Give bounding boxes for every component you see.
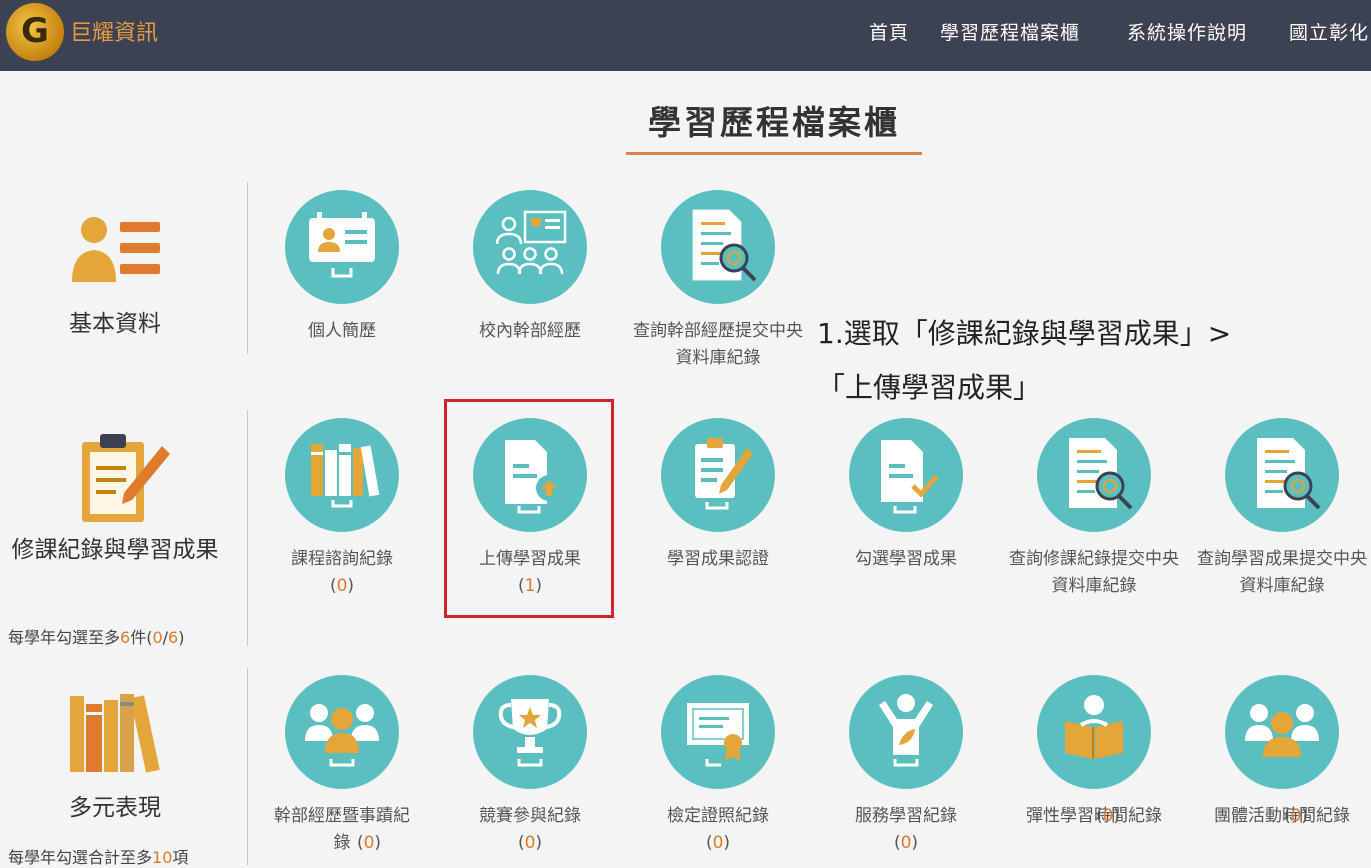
books-stack-icon	[70, 694, 160, 773]
tile-label: 個人簡歷	[308, 321, 376, 341]
trophy-icon	[498, 699, 562, 767]
tile-certify-results[interactable]: 學習成果認證	[628, 418, 808, 573]
logo-letter: G	[21, 11, 49, 51]
id-card-list-icon	[72, 217, 160, 282]
tile-group-activity[interactable]: 團體活動時間紀錄 (0)	[1192, 675, 1371, 830]
tile-label: 校內幹部經歷	[479, 321, 581, 341]
tile-resume[interactable]: 個人簡歷	[252, 190, 432, 345]
tile-circle	[285, 675, 399, 789]
tile-label: 查詢幹部經歷提交中央資料庫紀錄	[633, 321, 803, 368]
tile-circle	[1037, 675, 1151, 789]
tile-count: (0)	[517, 833, 543, 853]
group-leader-icon	[305, 704, 379, 767]
tile-query-cadre[interactable]: 查詢幹部經歷提交中央資料庫紀錄	[628, 190, 808, 372]
section-divider	[247, 410, 248, 646]
tile-label: 團體活動時間紀錄	[1214, 806, 1350, 826]
tile-circle	[849, 675, 963, 789]
tile-circle	[473, 190, 587, 304]
section-divider	[247, 182, 248, 354]
tile-select-results[interactable]: 勾選學習成果	[816, 418, 996, 573]
tile-flexible-learning[interactable]: 彈性學習時間紀錄 (0)	[1004, 675, 1184, 830]
tile-circle	[661, 675, 775, 789]
nav-portfolio[interactable]: 學習歷程檔案櫃	[940, 18, 1080, 45]
document-search-icon	[692, 209, 757, 282]
tile-label: 服務學習紀錄	[855, 806, 957, 826]
brand-logo[interactable]: G	[6, 3, 64, 61]
tile-course-consult[interactable]: 課程諮詢紀錄 (0)	[252, 418, 432, 600]
tile-certificates[interactable]: 檢定證照紀錄 (0)	[628, 675, 808, 857]
clipboard-check-icon	[695, 438, 753, 510]
section-label-coursework: 修課紀錄與學習成果	[11, 537, 219, 563]
tile-query-results[interactable]: 查詢學習成果提交中央資料庫紀錄	[1192, 418, 1371, 600]
brand-name[interactable]: 巨耀資訊	[70, 15, 158, 47]
tile-service-learning[interactable]: 服務學習紀錄 (0)	[816, 675, 996, 857]
tile-circle	[1225, 418, 1339, 532]
tile-circle	[661, 418, 775, 532]
tile-circle	[1225, 675, 1339, 789]
tile-circle	[285, 418, 399, 532]
page-title: 學習歷程檔案櫃	[648, 103, 900, 142]
tile-label: 競賽參與紀錄	[479, 806, 581, 826]
document-search-icon	[1069, 438, 1133, 510]
top-navbar: G 巨耀資訊 首頁 學習歷程檔案櫃 系統操作說明 國立彰化	[0, 0, 1371, 71]
tile-cadre-records[interactable]: 幹部經歷暨事蹟紀錄 (0)	[252, 675, 432, 857]
tile-label: 勾選學習成果	[855, 549, 957, 569]
id-badge-icon	[309, 212, 375, 278]
document-check-icon	[881, 440, 939, 514]
diverse-limit-note: 每學年勾選合計至多10項	[8, 848, 189, 867]
nav-manual[interactable]: 系統操作說明	[1127, 18, 1247, 45]
reading-person-icon	[1065, 695, 1123, 759]
tile-label: 查詢學習成果提交中央資料庫紀錄	[1197, 549, 1367, 596]
tile-label: 查詢修課紀錄提交中央資料庫紀錄	[1009, 549, 1179, 596]
group-activity-icon	[1245, 704, 1319, 757]
tile-circle	[473, 675, 587, 789]
nav-school[interactable]: 國立彰化	[1289, 18, 1369, 45]
tile-count: (0)	[329, 576, 355, 596]
instruction-line-1: 1.選取「修課紀錄與學習成果」>	[817, 317, 1232, 350]
books-icon	[311, 444, 380, 508]
document-search-icon	[1257, 438, 1321, 510]
tile-count: (0)	[705, 833, 731, 853]
section-divider	[247, 668, 248, 865]
clipboard-pencil-icon	[82, 434, 170, 522]
tile-circle	[661, 190, 775, 304]
instruction-line-2: 「上傳學習成果」	[817, 371, 1042, 404]
team-board-icon	[495, 210, 567, 275]
tile-school-cadre[interactable]: 校內幹部經歷	[440, 190, 620, 345]
tile-circle	[1037, 418, 1151, 532]
tile-count: (0)	[893, 833, 919, 853]
tile-circle	[849, 418, 963, 532]
tile-label: 學習成果認證	[667, 549, 769, 569]
highlight-box	[444, 399, 614, 618]
nav-home[interactable]: 首頁	[869, 18, 909, 45]
certificate-icon	[687, 703, 749, 767]
tile-query-course[interactable]: 查詢修課紀錄提交中央資料庫紀錄	[1004, 418, 1184, 600]
tile-label: 課程諮詢紀錄	[291, 549, 393, 569]
coursework-limit-note: 每學年勾選至多6件(0/6)	[8, 628, 185, 647]
tile-circle	[285, 190, 399, 304]
tile-label: 彈性學習時間紀錄	[1026, 806, 1162, 826]
section-label-diverse: 多元表現	[69, 795, 161, 821]
volunteer-icon	[879, 694, 933, 767]
title-underline	[626, 152, 922, 155]
tile-competition[interactable]: 競賽參與紀錄 (0)	[440, 675, 620, 857]
tile-label: 檢定證照紀錄	[667, 806, 769, 826]
section-label-basic: 基本資料	[69, 311, 161, 337]
